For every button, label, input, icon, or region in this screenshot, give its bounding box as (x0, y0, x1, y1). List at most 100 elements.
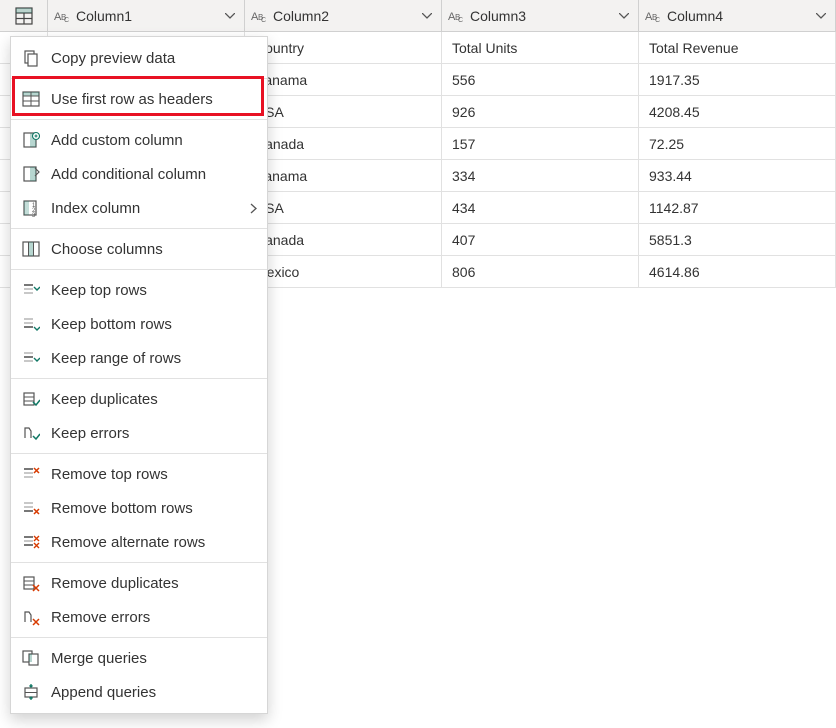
cell-c3: 556 (442, 64, 639, 95)
svg-text:C: C (655, 17, 660, 24)
text-type-icon: ABC (54, 8, 70, 24)
menu-separator (11, 378, 267, 379)
menu-merge-queries[interactable]: Merge queries (11, 641, 267, 675)
table-header-row: ABC Column1 ABC Column2 ABC Column3 ABC … (0, 0, 836, 32)
cell-c3: 157 (442, 128, 639, 159)
cell-c3: 806 (442, 256, 639, 287)
menu-separator (11, 453, 267, 454)
keep-top-icon (21, 280, 41, 300)
remove-dup-icon (21, 573, 41, 593)
cell-c2: Country (245, 32, 442, 63)
merge-icon (21, 648, 41, 668)
cell-c2: Mexico (245, 256, 442, 287)
menu-index-column[interactable]: 123 Index column (11, 191, 267, 225)
custom-column-icon (21, 130, 41, 150)
cell-c4: 4208.45 (639, 96, 836, 127)
menu-remove-duplicates[interactable]: Remove duplicates (11, 566, 267, 600)
cell-c4: 933.44 (639, 160, 836, 191)
menu-label: Keep bottom rows (51, 316, 257, 333)
cell-c4: 1142.87 (639, 192, 836, 223)
cell-c4: 1917.35 (639, 64, 836, 95)
svg-text:C: C (64, 17, 69, 24)
cell-c3: 926 (442, 96, 639, 127)
keep-err-icon (21, 423, 41, 443)
menu-remove-top-rows[interactable]: Remove top rows (11, 457, 267, 491)
menu-use-first-row-as-headers[interactable]: Use first row as headers (11, 82, 267, 116)
menu-separator (11, 78, 267, 79)
menu-label: Append queries (51, 684, 257, 701)
menu-keep-errors[interactable]: Keep errors (11, 416, 267, 450)
menu-label: Remove errors (51, 609, 257, 626)
cell-c4: Total Revenue (639, 32, 836, 63)
remove-alt-icon (21, 532, 41, 552)
menu-remove-bottom-rows[interactable]: Remove bottom rows (11, 491, 267, 525)
menu-keep-range-of-rows[interactable]: Keep range of rows (11, 341, 267, 375)
table-context-menu: Copy preview data Use first row as heade… (10, 36, 268, 714)
cell-c2: Panama (245, 160, 442, 191)
remove-top-icon (21, 464, 41, 484)
cell-c2: Canada (245, 128, 442, 159)
text-type-icon: ABC (251, 8, 267, 24)
column2-filter[interactable] (419, 8, 435, 24)
conditional-column-icon (21, 164, 41, 184)
menu-label: Keep errors (51, 425, 257, 442)
column-header-2[interactable]: ABC Column2 (245, 0, 442, 31)
remove-bottom-icon (21, 498, 41, 518)
menu-label: Keep top rows (51, 282, 257, 299)
menu-choose-columns[interactable]: Choose columns (11, 232, 267, 266)
table-corner-button[interactable] (0, 0, 48, 31)
menu-keep-top-rows[interactable]: Keep top rows (11, 273, 267, 307)
menu-separator (11, 637, 267, 638)
menu-remove-alternate-rows[interactable]: Remove alternate rows (11, 525, 267, 559)
menu-label: Use first row as headers (51, 91, 257, 108)
index-column-icon: 123 (21, 198, 41, 218)
menu-label: Keep range of rows (51, 350, 257, 367)
menu-keep-bottom-rows[interactable]: Keep bottom rows (11, 307, 267, 341)
menu-add-conditional-column[interactable]: Add conditional column (11, 157, 267, 191)
cell-c4: 5851.3 (639, 224, 836, 255)
copy-icon (21, 48, 41, 68)
menu-separator (11, 119, 267, 120)
menu-copy-preview-data[interactable]: Copy preview data (11, 41, 267, 75)
menu-label: Remove bottom rows (51, 500, 257, 517)
cell-c3: 434 (442, 192, 639, 223)
menu-keep-duplicates[interactable]: Keep duplicates (11, 382, 267, 416)
cell-c4: 72.25 (639, 128, 836, 159)
menu-label: Add conditional column (51, 166, 257, 183)
column-header-3[interactable]: ABC Column3 (442, 0, 639, 31)
cell-c2: USA (245, 192, 442, 223)
keep-dup-icon (21, 389, 41, 409)
menu-label: Remove duplicates (51, 575, 257, 592)
column-header-1[interactable]: ABC Column1 (48, 0, 245, 31)
menu-add-custom-column[interactable]: Add custom column (11, 123, 267, 157)
text-type-icon: ABC (448, 8, 464, 24)
keep-range-icon (21, 348, 41, 368)
menu-separator (11, 269, 267, 270)
append-icon (21, 682, 41, 702)
cell-c4: 4614.86 (639, 256, 836, 287)
menu-label: Remove top rows (51, 466, 257, 483)
cell-c2: Canada (245, 224, 442, 255)
menu-label: Add custom column (51, 132, 257, 149)
menu-label: Copy preview data (51, 50, 257, 67)
menu-label: Merge queries (51, 650, 257, 667)
menu-label: Choose columns (51, 241, 257, 258)
cell-c2: Panama (245, 64, 442, 95)
column3-filter[interactable] (616, 8, 632, 24)
table-icon (15, 7, 33, 25)
column4-label: Column4 (667, 8, 813, 24)
menu-separator (11, 562, 267, 563)
menu-label: Remove alternate rows (51, 534, 257, 551)
column3-label: Column3 (470, 8, 616, 24)
cell-c3: Total Units (442, 32, 639, 63)
column4-filter[interactable] (813, 8, 829, 24)
text-type-icon: ABC (645, 8, 661, 24)
menu-append-queries[interactable]: Append queries (11, 675, 267, 709)
cell-c3: 334 (442, 160, 639, 191)
chevron-right-icon (250, 203, 257, 214)
column-header-4[interactable]: ABC Column4 (639, 0, 836, 31)
menu-separator (11, 228, 267, 229)
menu-remove-errors[interactable]: Remove errors (11, 600, 267, 634)
remove-err-icon (21, 607, 41, 627)
column1-filter[interactable] (222, 8, 238, 24)
